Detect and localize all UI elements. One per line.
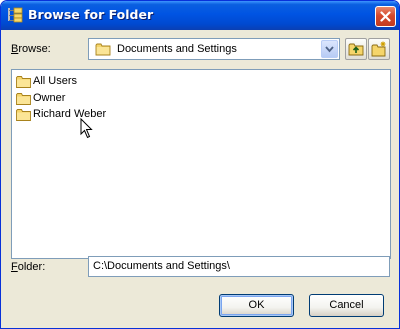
up-one-level-button[interactable] bbox=[345, 38, 367, 60]
browse-combobox[interactable]: Documents and Settings bbox=[88, 38, 340, 60]
folder-icon bbox=[16, 93, 31, 105]
up-one-level-icon bbox=[348, 43, 364, 56]
cancel-button[interactable]: Cancel bbox=[309, 294, 384, 317]
folder-tree-icon bbox=[8, 7, 23, 23]
tree-item-label: Owner bbox=[33, 92, 66, 104]
tree-item-label: Richard Weber bbox=[33, 108, 107, 120]
folder-icon bbox=[16, 109, 31, 121]
folder-tree[interactable]: All Users Owner Richard Weber bbox=[11, 69, 391, 259]
new-folder-button[interactable] bbox=[368, 38, 390, 60]
chevron-down-icon bbox=[325, 46, 334, 53]
folder-icon bbox=[16, 76, 31, 88]
mouse-pointer-icon bbox=[80, 118, 93, 139]
title-bar[interactable]: Browse for Folder bbox=[1, 1, 399, 30]
browse-selected-value: Documents and Settings bbox=[117, 43, 237, 55]
folder-label: Folder: bbox=[11, 261, 46, 273]
browse-for-folder-dialog: Browse for Folder Browse: Documents and … bbox=[0, 0, 400, 329]
folder-icon bbox=[95, 43, 111, 56]
window-title: Browse for Folder bbox=[28, 7, 154, 22]
ok-button[interactable]: OK bbox=[219, 294, 294, 317]
new-folder-icon bbox=[371, 41, 386, 57]
browse-label: Browse: bbox=[11, 43, 51, 55]
close-button[interactable] bbox=[375, 6, 396, 27]
tree-item-label: All Users bbox=[33, 75, 78, 87]
dropdown-button[interactable] bbox=[321, 40, 338, 58]
dialog-body: Browse: Documents and Settings All Users… bbox=[4, 30, 396, 327]
folder-path-field[interactable]: C:\Documents and Settings\ bbox=[88, 256, 390, 277]
close-icon bbox=[380, 11, 391, 22]
